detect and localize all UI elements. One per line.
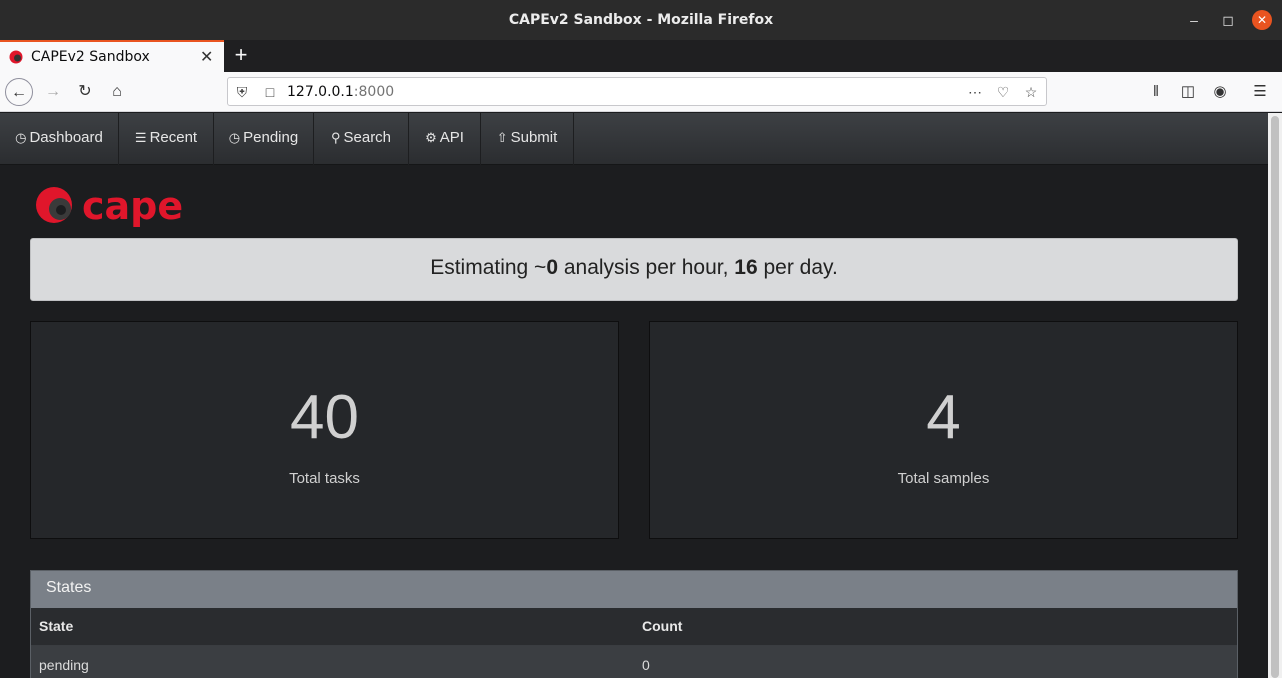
logo-text: cape	[82, 184, 183, 228]
total-tasks-value: 40	[290, 383, 359, 452]
app-navbar: ◷ Dashboard ☰ Recent ◷ Pending ⚲ Search ⚙ API…	[0, 113, 1268, 165]
banner-prefix: Estimating ~	[430, 256, 547, 279]
nav-dashboard-label: Dashboard	[29, 129, 103, 146]
cape-favicon-icon	[9, 50, 23, 64]
nav-pending[interactable]: ◷ Pending	[214, 113, 314, 165]
menu-icon[interactable]: ☰	[1250, 82, 1270, 102]
nav-dashboard[interactable]: ◷ Dashboard	[0, 113, 119, 165]
total-samples-card: 4 Total samples	[649, 321, 1238, 539]
banner-per-hour: 0	[546, 256, 559, 279]
search-icon: ⚲	[330, 130, 341, 145]
states-panel: States State Count pending 0	[30, 570, 1238, 678]
nav-recent-label: Recent	[149, 129, 198, 146]
nav-pending-label: Pending	[243, 129, 299, 146]
pocket-icon[interactable]: ♡	[994, 83, 1012, 101]
total-samples-label: Total samples	[897, 470, 990, 487]
banner-per-day: 16	[734, 256, 758, 279]
library-icon[interactable]: ‖	[1146, 82, 1166, 102]
nav-search-label: Search	[343, 129, 392, 146]
url-text[interactable]: 127.0.0.1:8000	[287, 84, 394, 100]
url-bar[interactable]: ⛨ □ 127.0.0.1:8000 ⋯ ♡ ☆	[227, 77, 1047, 106]
window-title: CAPEv2 Sandbox - Mozilla Firefox	[508, 12, 774, 28]
account-icon[interactable]: ◉	[1210, 82, 1230, 102]
forward-arrow-icon[interactable]: →	[39, 78, 67, 106]
tab-title: CAPEv2 Sandbox	[31, 49, 150, 65]
reload-icon[interactable]: ↻	[71, 78, 99, 106]
bookmark-star-icon[interactable]: ☆	[1022, 83, 1040, 101]
nav-submit-label: Submit	[510, 129, 558, 146]
list-icon: ☰	[134, 130, 147, 145]
nav-recent[interactable]: ☰ Recent	[119, 113, 214, 165]
table-row: pending 0	[31, 646, 1237, 678]
nav-api-label: API	[439, 129, 464, 146]
shield-icon[interactable]: ⛨	[233, 83, 251, 101]
dashboard-icon: ◷	[15, 130, 27, 145]
window-titlebar: CAPEv2 Sandbox - Mozilla Firefox – ◻ ✕	[0, 0, 1282, 40]
total-tasks-label: Total tasks	[289, 470, 360, 487]
states-table-header: State Count	[31, 608, 1237, 646]
state-cell: pending	[39, 657, 89, 673]
more-actions-icon[interactable]: ⋯	[966, 83, 984, 101]
minimize-icon[interactable]: –	[1184, 10, 1204, 30]
tab-close-icon[interactable]: ✕	[200, 47, 213, 67]
states-panel-title: States	[31, 571, 1237, 608]
browser-navbar: ← → ↻ ⌂ ⛨ □ 127.0.0.1:8000 ⋯ ♡ ☆ ‖ ◫ ◉ ☰	[0, 72, 1282, 112]
close-icon[interactable]: ✕	[1252, 10, 1272, 30]
nav-api[interactable]: ⚙ API	[409, 113, 481, 165]
new-tab-icon[interactable]: +	[230, 42, 252, 68]
nav-search[interactable]: ⚲ Search	[314, 113, 409, 165]
clock-icon: ◷	[228, 130, 241, 145]
gear-icon: ⚙	[425, 130, 437, 145]
sidebar-icon[interactable]: ◫	[1178, 82, 1198, 102]
estimate-banner: Estimating ~0 analysis per hour, 16 per …	[30, 238, 1238, 301]
count-cell: 0	[642, 657, 650, 673]
maximize-icon[interactable]: ◻	[1218, 10, 1238, 30]
page-viewport: ◷ Dashboard ☰ Recent ◷ Pending ⚲ Search ⚙ API…	[0, 113, 1268, 678]
page-icon[interactable]: □	[261, 83, 279, 101]
back-arrow-icon[interactable]: ←	[5, 78, 33, 106]
total-tasks-card: 40 Total tasks	[30, 321, 619, 539]
column-header-count: Count	[642, 618, 683, 634]
column-header-state: State	[39, 618, 74, 634]
banner-suffix: per day.	[757, 256, 838, 279]
cape-logo[interactable]: cape	[34, 183, 204, 231]
nav-submit[interactable]: ⇧ Submit	[481, 113, 574, 165]
browser-tab[interactable]: CAPEv2 Sandbox ✕	[0, 40, 224, 72]
tab-strip: CAPEv2 Sandbox ✕ +	[0, 40, 1282, 72]
total-samples-value: 4	[926, 383, 961, 452]
upload-icon: ⇧	[496, 130, 508, 145]
banner-mid: analysis per hour,	[558, 256, 735, 279]
home-icon[interactable]: ⌂	[103, 78, 131, 106]
scrollbar-thumb[interactable]	[1271, 116, 1279, 678]
